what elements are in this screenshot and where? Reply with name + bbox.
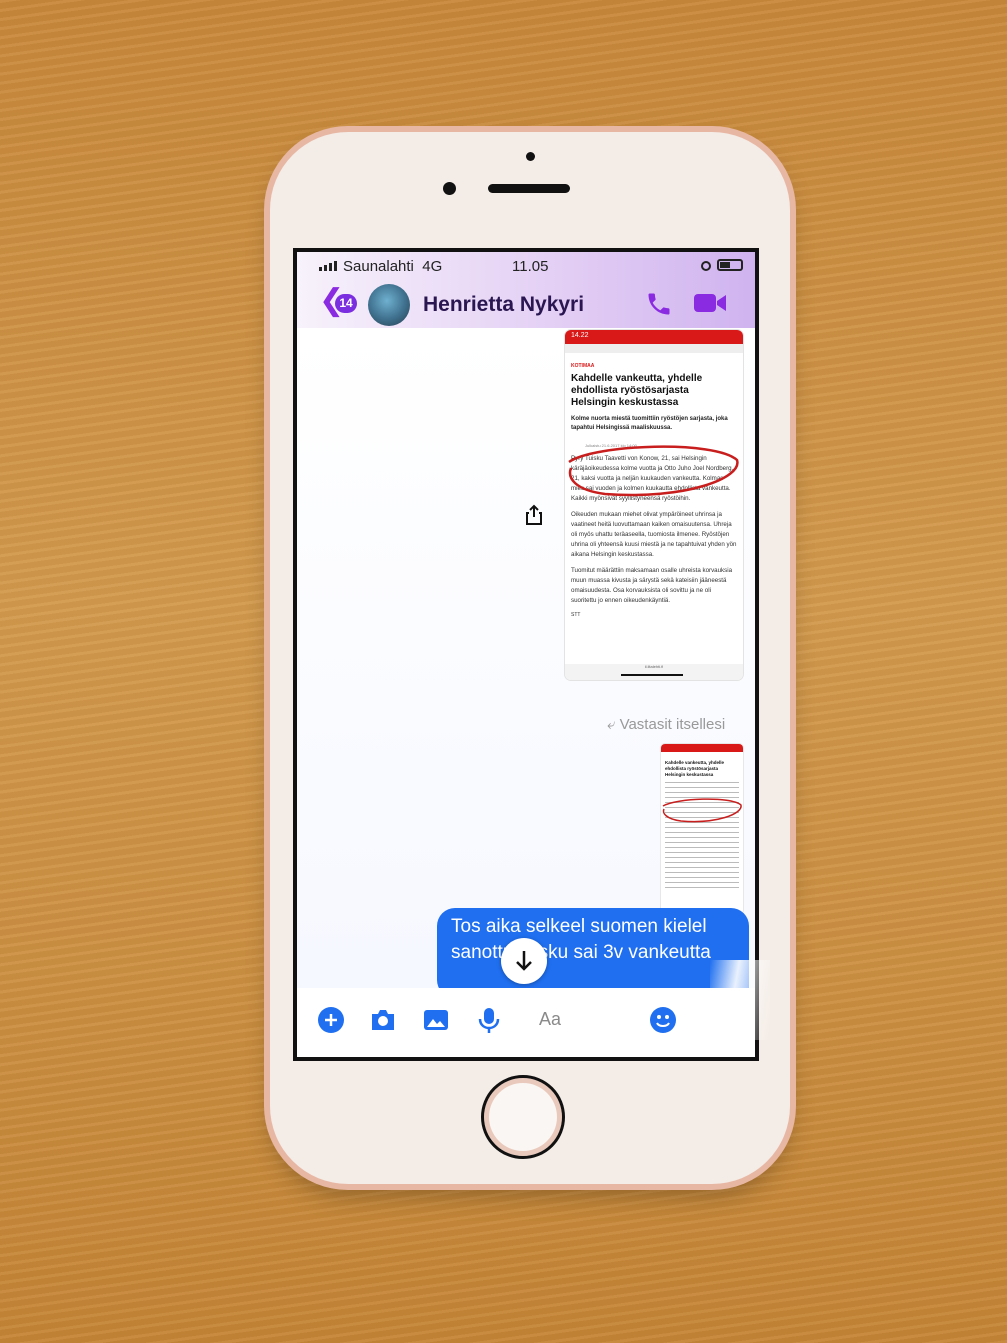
news-source: STT <box>571 612 581 618</box>
camera-icon[interactable] <box>369 1006 397 1034</box>
news-status-bar: 14.22 <box>565 330 743 344</box>
share-icon[interactable] <box>525 504 543 526</box>
news-lead: Kolme nuorta miestä tuomittiin ryöstöjen… <box>571 416 728 431</box>
video-camera-icon[interactable] <box>693 291 727 315</box>
home-indicator <box>621 674 683 676</box>
battery-icon <box>717 259 743 271</box>
phone-icon[interactable] <box>645 290 673 318</box>
home-button[interactable] <box>481 1075 565 1159</box>
composer-bar: Aa <box>297 988 755 1057</box>
reply-label: ⤶ Vastasit itsellesi <box>607 716 726 733</box>
red-circle-annotation <box>568 445 739 497</box>
status-bar: Saunalahti 4G 11.05 <box>297 252 755 280</box>
signal-icon <box>319 261 337 271</box>
earpiece-speaker <box>488 184 570 193</box>
avatar[interactable] <box>368 284 410 326</box>
arrow-down-icon <box>516 951 532 971</box>
thumb-headline: Kahdelle vankeutta, yhdelle ehdollista r… <box>665 760 725 777</box>
proximity-sensor <box>526 152 535 161</box>
thumb-header <box>661 744 743 752</box>
news-section: KOTIMAA <box>571 363 595 369</box>
microphone-icon[interactable] <box>475 1006 503 1034</box>
sent-message-bubble[interactable]: Tos aika selkeel suomen kielel sanottu t… <box>437 908 749 998</box>
emoji-icon[interactable] <box>649 1006 677 1034</box>
carrier-label: Saunalahti 4G <box>343 258 443 275</box>
message-thread[interactable]: 14.22 KOTIMAA Kahdelle vankeutta, yhdell… <box>297 328 755 998</box>
unread-badge: 14 <box>335 294 357 313</box>
news-paragraph: Oikeuden mukaan miehet olivat ympäröinee… <box>571 511 737 558</box>
screen-glare <box>710 960 770 1040</box>
news-screenshot-image[interactable]: 14.22 KOTIMAA Kahdelle vankeutta, yhdell… <box>565 330 743 680</box>
status-time: 11.05 <box>512 258 549 275</box>
contact-name[interactable]: Henrietta Nykyri <box>423 293 584 317</box>
rotation-lock-icon <box>701 261 711 271</box>
phone-screen: Saunalahti 4G 11.05 ❮ 14 Henrietta Nykyr… <box>293 248 759 1061</box>
news-paragraph: Tuomitut määrättiin maksamaan osalle uhr… <box>571 567 733 604</box>
news-footer: il.iltalehti.fi <box>565 664 743 680</box>
plus-icon[interactable] <box>317 1006 345 1034</box>
scroll-down-button[interactable] <box>501 938 547 984</box>
front-camera <box>443 182 456 195</box>
red-circle-annotation <box>662 798 742 823</box>
image-icon[interactable] <box>422 1006 450 1034</box>
conversation-header: ❮ 14 Henrietta Nykyri <box>297 280 755 328</box>
message-input[interactable]: Aa <box>529 1002 649 1036</box>
news-tab-strip <box>565 344 743 353</box>
news-headline: Kahdelle vankeutta, yhdelle ehdollista r… <box>571 373 703 408</box>
replied-image-thumbnail[interactable]: Kahdelle vankeutta, yhdelle ehdollista r… <box>661 744 743 914</box>
messenger-display: Saunalahti 4G 11.05 ❮ 14 Henrietta Nykyr… <box>297 252 755 1057</box>
